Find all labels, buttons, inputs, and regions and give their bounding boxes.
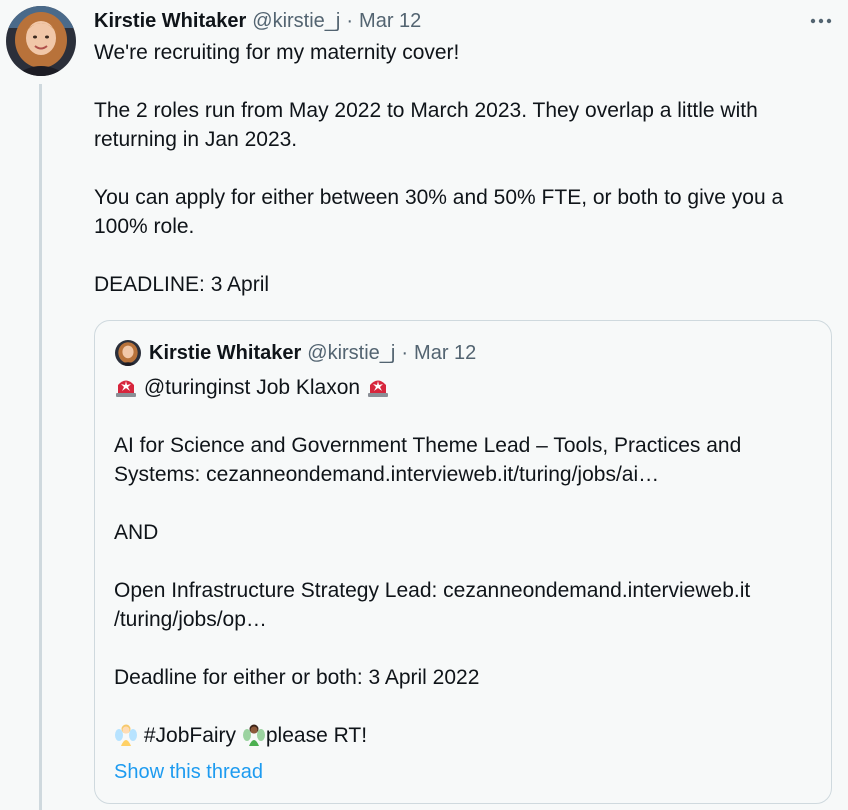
quoted-deadline: Deadline for either or both: 3 April 202… [114,666,480,689]
author-handle[interactable]: @kirstie_j [252,10,340,33]
quoted-and: AND [114,521,159,544]
author-name[interactable]: Kirstie Whitaker [94,10,246,33]
quoted-role-1: AI for Science and Government Theme Lead… [114,434,742,486]
thread-connector-line [39,84,42,810]
quoted-author-name[interactable]: Kirstie Whitaker [149,342,301,365]
hashtag-link[interactable]: #JobFairy [138,724,242,747]
police-siren-icon [367,380,388,397]
tweet-paragraph: We're recruiting for my maternity cover! [94,41,460,64]
show-this-thread-link[interactable]: Show this thread [114,761,263,784]
quoted-role-2: Open Infrastructure Strategy Lead: cezan… [114,579,751,631]
headline-text: @turinginst Job Klaxon [138,376,366,399]
quoted-avatar[interactable] [115,340,141,366]
quoted-header: Kirstie Whitaker @kirstie_j · Mar 12 [149,340,476,366]
quoted-tweet-card[interactable]: Kirstie Whitaker @kirstie_j · Mar 12 @tu… [94,320,832,804]
more-options-button[interactable] [806,8,836,34]
tweet-paragraph: You can apply for either between 30% and… [94,186,784,238]
police-siren-icon [116,380,136,397]
quoted-author-handle[interactable]: @kirstie_j [307,342,395,365]
fairy-icon [115,724,137,746]
tweet-paragraph: DEADLINE: 3 April [94,273,270,296]
separator-dot: · [401,341,409,364]
tweet-header: Kirstie Whitaker @kirstie_j · Mar 12 [94,8,421,34]
quoted-footer-line: #JobFairy please RT! [114,721,814,750]
more-horizontal-icon [810,18,832,24]
man-fairy-icon [242,724,265,746]
quoted-text: @turinginst Job Klaxon AI for Science an… [114,373,814,779]
quoted-date[interactable]: Mar 12 [414,342,476,365]
separator-dot: · [346,9,354,32]
avatar[interactable] [6,6,76,76]
quoted-headline: @turinginst Job Klaxon [114,373,814,402]
tweet[interactable]: Kirstie Whitaker @kirstie_j · Mar 12 We'… [0,0,848,810]
tweet-date[interactable]: Mar 12 [359,10,421,33]
rt-text: please RT! [265,724,368,747]
tweet-text: We're recruiting for my maternity cover!… [94,38,834,328]
tweet-paragraph: The 2 roles run from May 2022 to March 2… [94,99,758,151]
